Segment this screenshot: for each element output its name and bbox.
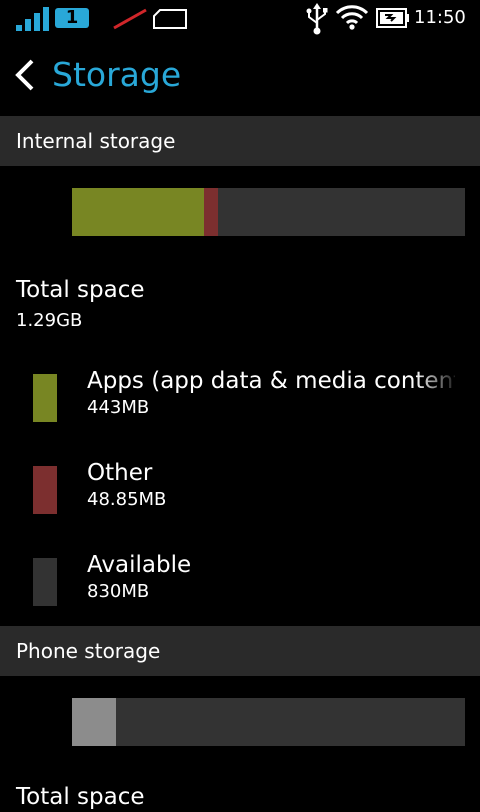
section-title: Phone storage	[16, 639, 161, 663]
legend-swatch	[33, 558, 57, 606]
section-title: Internal storage	[16, 129, 176, 153]
usage-segment-apps	[72, 188, 205, 236]
text-fade	[415, 366, 460, 396]
battery-charging-icon	[376, 8, 409, 28]
legend-size: 830MB	[87, 581, 150, 602]
legend-item-available: Available 830MB	[0, 550, 480, 630]
phone-storage-usage-bar	[72, 698, 465, 746]
legend-swatch	[33, 374, 57, 422]
legend-item-other[interactable]: Other 48.85MB	[0, 458, 480, 538]
section-header-internal-storage: Internal storage	[0, 116, 480, 166]
no-sim-card-icon	[113, 8, 187, 30]
usage-segment-used	[72, 698, 117, 746]
usb-icon	[306, 3, 328, 35]
action-bar: Storage	[0, 36, 480, 116]
legend-name: Other	[87, 460, 153, 486]
legend-swatch	[33, 466, 57, 514]
legend-size: 443MB	[87, 397, 150, 418]
sim-slot-badge: 1	[55, 8, 89, 28]
internal-storage-usage-bar	[72, 188, 465, 236]
page-title: Storage	[52, 55, 182, 94]
signal-strength-icon	[16, 7, 49, 31]
total-space-value: 1.29GB	[16, 310, 83, 331]
total-space-label: Total space	[16, 277, 145, 303]
legend-size: 48.85MB	[87, 489, 167, 510]
status-bar: 1 11:50	[0, 0, 480, 36]
status-clock: 11:50	[414, 7, 466, 28]
back-arrow-icon[interactable]	[14, 58, 36, 92]
section-header-phone-storage: Phone storage	[0, 626, 480, 676]
wifi-icon	[335, 5, 369, 30]
legend-name: Apps (app data & media content)	[87, 368, 455, 394]
legend-name: Available	[87, 552, 192, 578]
phone-total-space-label: Total space	[16, 784, 145, 810]
legend-item-apps[interactable]: Apps (app data & media content) 443MB	[0, 366, 480, 446]
usage-segment-other	[204, 188, 219, 236]
